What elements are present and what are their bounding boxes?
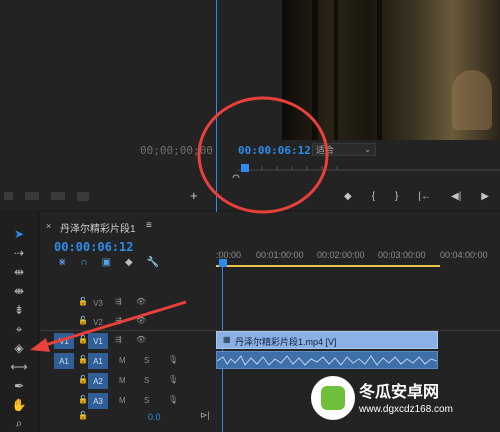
play-icon[interactable]: ▶ <box>481 191 489 203</box>
fx-badge-icon: ▦ <box>223 335 231 344</box>
snap-icon[interactable]: ∩ <box>80 257 87 269</box>
video-clip-label: 丹泽尔精彩片段1.mp4 [V] <box>235 337 337 347</box>
close-tab-icon[interactable]: × <box>46 221 51 231</box>
razor-tool-icon[interactable]: ⌖ <box>10 321 28 337</box>
sequence-tab[interactable]: 丹泽尔精彩片段1 <box>60 220 136 235</box>
mark-in-icon[interactable]: { <box>372 191 375 203</box>
source-controls <box>4 192 99 204</box>
marker-icon[interactable]: ◆ <box>344 191 352 203</box>
android-logo-icon <box>311 376 355 420</box>
add-marker-icon[interactable]: ◆ <box>125 257 133 269</box>
annotation-arrow <box>28 300 188 360</box>
menu-icon[interactable]: ≡ <box>146 220 152 231</box>
overwrite-icon[interactable] <box>25 192 39 200</box>
slide-tool-icon[interactable]: ⟷ <box>10 359 28 375</box>
mute-button[interactable]: M <box>119 376 126 385</box>
timeline-toolbar: ⋇ ∩ ▣ ◆ 🔧 <box>58 257 178 269</box>
go-to-end-icon[interactable]: ⊳| <box>200 410 210 421</box>
rate-stretch-tool-icon[interactable]: ⇟ <box>10 302 28 318</box>
selection-tool-icon[interactable]: ➤ <box>10 226 28 242</box>
master-volume[interactable]: 0.0 <box>148 412 161 422</box>
master-lock-icon[interactable]: 🔓 <box>78 411 88 420</box>
watermark-url: www.dgxcdz168.com <box>359 404 453 415</box>
export-frame-icon[interactable] <box>51 192 65 200</box>
ruler-label: 00:02:00:00 <box>317 250 365 260</box>
microphone-icon[interactable]: 🎙 <box>168 375 178 384</box>
watermark: 冬瓜安卓网 www.dgxcdz168.com <box>305 370 500 432</box>
source-monitor: 00;00;00;00 + <box>0 0 216 210</box>
linked-selection-icon[interactable]: ▣ <box>102 257 111 269</box>
track-header-a3: 🔓 A3 M S 🎙 <box>78 392 258 410</box>
ripple-edit-tool-icon[interactable]: ⇹ <box>10 264 28 280</box>
nest-icon[interactable]: ⋇ <box>58 257 66 269</box>
microphone-icon[interactable]: 🎙 <box>168 395 178 404</box>
solo-button[interactable]: S <box>144 396 149 405</box>
timeline-ruler[interactable]: :00:00 00:01:00:00 00:02:00:00 00:03:00:… <box>216 248 500 268</box>
pen-tool-icon[interactable]: ✒ <box>10 378 28 394</box>
camera-icon[interactable] <box>77 192 89 201</box>
hand-tool-icon[interactable]: ✋ <box>10 397 28 413</box>
rolling-edit-tool-icon[interactable]: ⇼ <box>10 283 28 299</box>
playhead-marker[interactable] <box>219 259 227 267</box>
audio-clip[interactable] <box>216 351 438 369</box>
watermark-brand: 冬瓜安卓网 <box>359 384 440 401</box>
mark-out-icon[interactable]: } <box>395 191 398 203</box>
mute-button[interactable]: M <box>119 396 126 405</box>
annotation-circle <box>196 95 331 215</box>
zoom-tool-icon[interactable]: ⌕ <box>10 415 28 431</box>
track-name[interactable]: A2 <box>88 373 108 389</box>
hand-figure <box>452 70 492 130</box>
step-back-icon[interactable]: ◀| <box>451 191 461 203</box>
chevron-down-icon: ⌄ <box>364 145 371 154</box>
ruler-label: 00:04:00:00 <box>440 250 488 260</box>
lock-icon[interactable]: 🔓 <box>78 375 88 384</box>
track-select-tool-icon[interactable]: ⇢ <box>10 245 28 261</box>
settings-wrench-icon[interactable]: 🔧 <box>147 257 159 269</box>
go-to-in-icon[interactable]: |← <box>418 191 431 203</box>
work-area-bar[interactable] <box>216 265 440 267</box>
lock-icon[interactable]: 🔓 <box>78 395 88 404</box>
video-clip[interactable]: ▦ 丹泽尔精彩片段1.mp4 [V] <box>216 331 438 349</box>
track-header-a2: 🔓 A2 M S 🎙 <box>78 372 258 390</box>
ruler-label: 00:01:00:00 <box>256 250 304 260</box>
audio-waveform <box>217 355 437 366</box>
timeline-timecode[interactable]: 00:00:06:12 <box>54 240 133 254</box>
insert-icon[interactable] <box>4 192 13 200</box>
ruler-label: 00:03:00:00 <box>378 250 426 260</box>
track-name[interactable]: A3 <box>88 393 108 409</box>
slip-tool-icon[interactable]: ◈ <box>10 340 28 356</box>
solo-button[interactable]: S <box>144 376 149 385</box>
program-transport-controls: ◆ { } |← ◀| ▶ <box>344 191 500 203</box>
